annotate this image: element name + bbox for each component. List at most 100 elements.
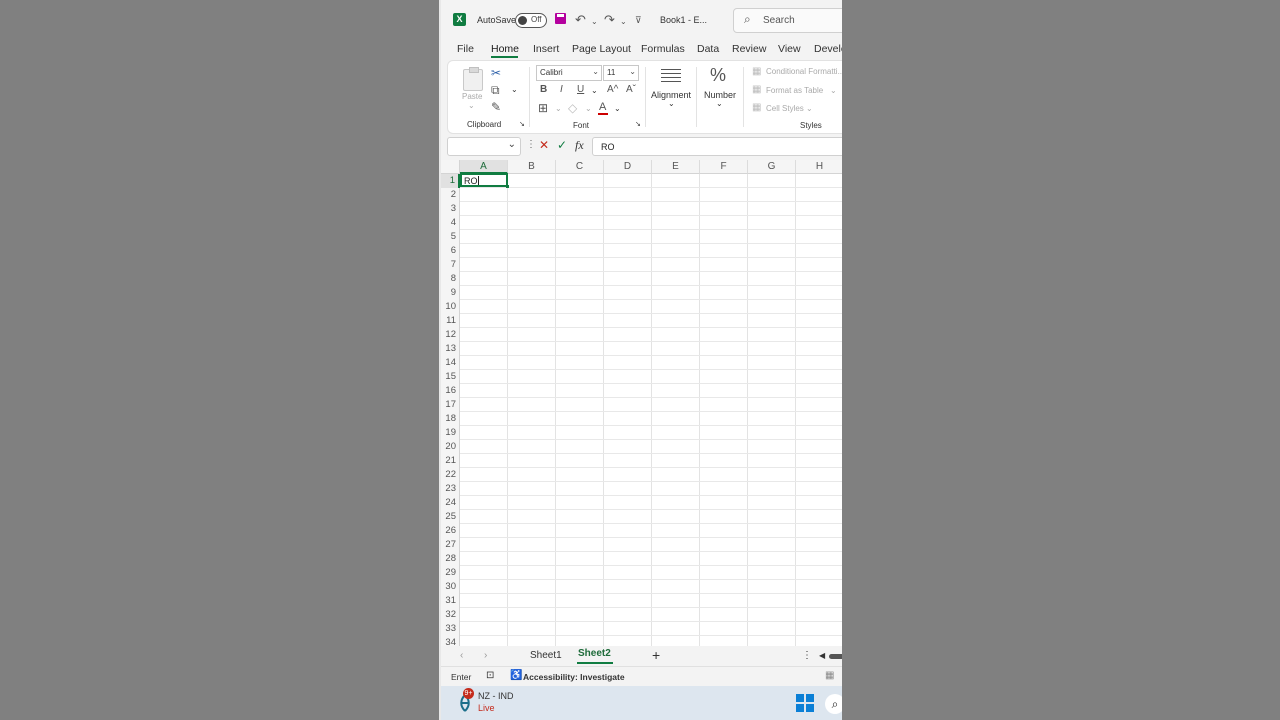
redo-dropdown-icon[interactable]: ⌄ [620,14,627,29]
undo-dropdown-icon[interactable]: ⌄ [591,14,598,29]
tab-formulas[interactable]: Formulas [641,43,685,55]
paste-label[interactable]: Paste [462,92,482,101]
sheet-scroll-right-icon[interactable]: › [484,650,487,661]
sheet-options-icon[interactable]: ⋮ [802,650,812,661]
tab-review[interactable]: Review [732,43,766,55]
row-header-12[interactable]: 12 [441,328,460,342]
column-header-g[interactable]: G [748,160,796,174]
row-header-6[interactable]: 6 [441,244,460,258]
add-sheet-button[interactable]: + [652,647,660,663]
spreadsheet-grid[interactable]: A B C D E F G H 1 2 3 4 5 6 7 8 9 10 11 12 13 14 15 16 17 18 19 20 2… [441,160,842,650]
cancel-icon[interactable]: ✕ [539,139,549,151]
number-dropdown-icon[interactable]: ⌄ [716,99,723,108]
font-name-select[interactable]: Calibri ⌄ [536,65,602,81]
row-header-1[interactable]: 1 [441,174,460,188]
row-header-4[interactable]: 4 [441,216,460,230]
tab-file[interactable]: File [457,43,474,55]
row-header-15[interactable]: 15 [441,370,460,384]
row-header-20[interactable]: 20 [441,440,460,454]
macro-record-icon[interactable]: ⊡ [486,670,494,681]
row-header-19[interactable]: 19 [441,426,460,440]
row-header-21[interactable]: 21 [441,454,460,468]
italic-button[interactable]: I [560,84,563,96]
cell-styles-icon[interactable]: ▦ [752,102,761,114]
tab-page-layout[interactable]: Page Layout [572,43,631,55]
enter-icon[interactable]: ✓ [557,139,567,151]
search-box[interactable]: ⌕ Search [733,8,842,33]
row-header-29[interactable]: 29 [441,566,460,580]
paste-dropdown-icon[interactable]: ⌄ [468,101,475,110]
news-title[interactable]: NZ - IND [478,691,514,701]
conditional-formatting-icon[interactable]: ▦ [752,66,761,78]
customize-toolbar-icon[interactable]: ⊽ [635,13,642,28]
normal-view-icon[interactable]: ▦ [825,670,834,681]
column-header-d[interactable]: D [604,160,652,174]
fill-color-dropdown-icon[interactable]: ⌄ [585,104,592,113]
cut-icon[interactable]: ✂ [491,67,501,79]
shrink-font-button[interactable]: Aˇ [626,84,636,96]
sheet-scroll-left-icon[interactable]: ‹ [460,650,463,661]
sheet-tab-sheet1[interactable]: Sheet1 [530,650,562,661]
row-header-16[interactable]: 16 [441,384,460,398]
bold-button[interactable]: B [540,84,547,96]
formula-input[interactable]: RO [592,137,842,156]
row-header-11[interactable]: 11 [441,314,460,328]
row-header-28[interactable]: 28 [441,552,460,566]
tab-developer[interactable]: Develo [814,43,842,55]
format-as-table-icon[interactable]: ▦ [752,84,761,96]
taskbar-search-icon[interactable]: ⌕ [825,694,842,714]
font-size-select[interactable]: 11 ⌄ [603,65,639,81]
underline-dropdown-icon[interactable]: ⌄ [591,86,598,95]
tab-view[interactable]: View [778,43,801,55]
accessibility-status[interactable]: Accessibility: Investigate [523,672,625,682]
font-launcher-icon[interactable]: ↘ [635,120,641,128]
row-header-9[interactable]: 9 [441,286,460,300]
sheet-tab-sheet2[interactable]: Sheet2 [578,648,611,659]
column-header-f[interactable]: F [700,160,748,174]
row-header-17[interactable]: 17 [441,398,460,412]
copy-icon[interactable]: ⧉ [491,84,500,96]
column-header-e[interactable]: E [652,160,700,174]
row-header-22[interactable]: 22 [441,468,460,482]
font-color-button[interactable]: A [599,101,606,113]
autosave-toggle[interactable]: Off [515,13,547,28]
row-header-14[interactable]: 14 [441,356,460,370]
select-all-corner[interactable] [441,160,460,174]
insert-function-button[interactable]: fx [575,139,584,151]
column-header-a[interactable]: A [460,160,508,174]
cell-styles-label[interactable]: Cell Styles [766,104,804,113]
font-color-dropdown-icon[interactable]: ⌄ [614,104,621,113]
paste-icon[interactable] [463,67,483,91]
row-header-7[interactable]: 7 [441,258,460,272]
row-header-25[interactable]: 25 [441,510,460,524]
row-header-10[interactable]: 10 [441,300,460,314]
row-header-31[interactable]: 31 [441,594,460,608]
row-header-13[interactable]: 13 [441,342,460,356]
format-as-table-dropdown-icon[interactable]: ⌄ [830,86,837,95]
horizontal-scrollbar[interactable] [829,654,842,659]
alignment-dropdown-icon[interactable]: ⌄ [668,99,675,108]
row-header-30[interactable]: 30 [441,580,460,594]
row-header-27[interactable]: 27 [441,538,460,552]
row-header-5[interactable]: 5 [441,230,460,244]
more-options-icon[interactable]: ⋮ [526,139,536,151]
clipboard-launcher-icon[interactable]: ↘ [519,120,525,128]
column-header-b[interactable]: B [508,160,556,174]
row-header-18[interactable]: 18 [441,412,460,426]
row-header-8[interactable]: 8 [441,272,460,286]
redo-icon[interactable]: ↷ [604,12,615,27]
row-header-32[interactable]: 32 [441,608,460,622]
cell-styles-dropdown-icon[interactable]: ⌄ [806,104,813,113]
underline-button[interactable]: U [577,84,584,96]
format-as-table-label[interactable]: Format as Table [766,86,823,95]
number-format-icon[interactable]: % [710,66,726,84]
row-header-33[interactable]: 33 [441,622,460,636]
row-header-24[interactable]: 24 [441,496,460,510]
borders-dropdown-icon[interactable]: ⌄ [555,104,562,113]
grow-font-button[interactable]: A^ [607,84,618,96]
row-header-26[interactable]: 26 [441,524,460,538]
row-header-3[interactable]: 3 [441,202,460,216]
column-header-c[interactable]: C [556,160,604,174]
tab-insert[interactable]: Insert [533,43,559,55]
active-cell-a1[interactable]: RO [460,173,509,188]
